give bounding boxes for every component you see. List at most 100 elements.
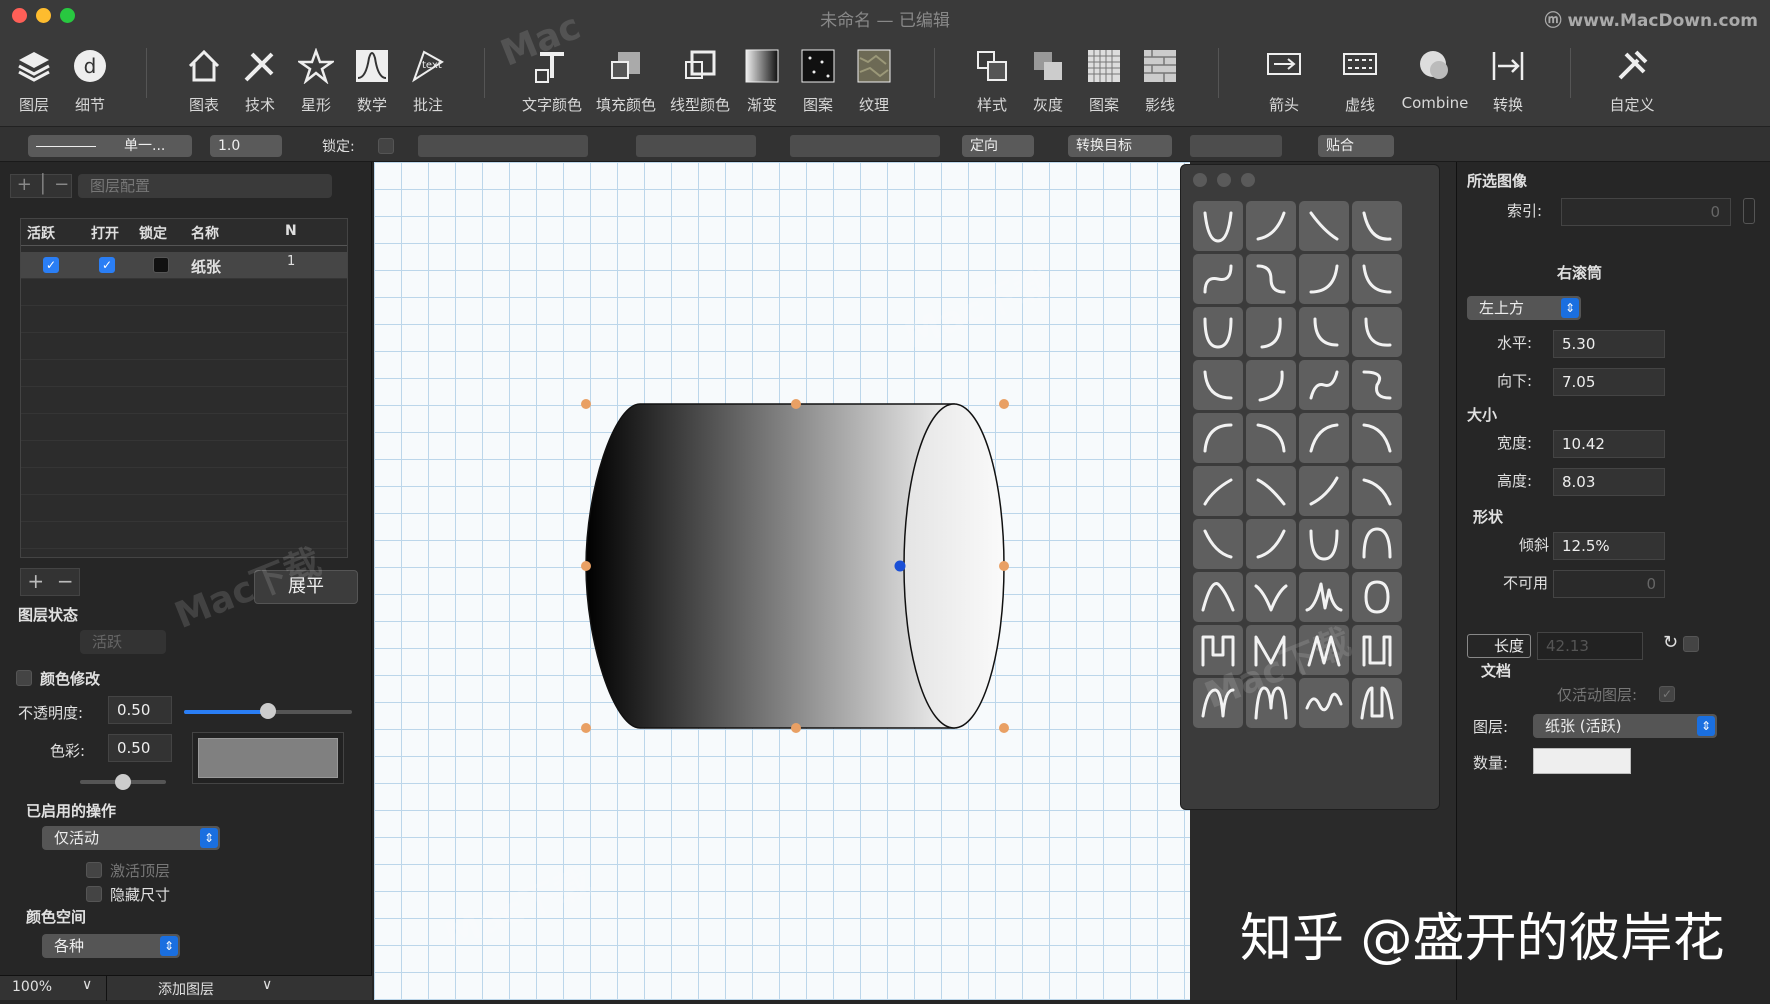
zoom-select[interactable]: 100% <box>12 979 52 995</box>
curve-shape-cell[interactable] <box>1352 413 1402 463</box>
flatten-button[interactable]: 展平 <box>254 570 358 604</box>
toolbar-convert[interactable]: 转换 <box>1476 42 1540 115</box>
curve-shape-cell[interactable] <box>1352 360 1402 410</box>
length-field[interactable]: 42.13 <box>1537 632 1643 660</box>
toolbar-grid-pattern[interactable]: 图案 <box>1072 42 1136 115</box>
curve-shape-cell[interactable] <box>1299 625 1349 675</box>
color-space-select[interactable]: 各种 ⇕ <box>42 934 180 958</box>
layer-select[interactable]: 纸张 (活跃) ⇕ <box>1533 714 1717 738</box>
curve-shape-cell[interactable] <box>1299 254 1349 304</box>
color-field[interactable]: 0.50 <box>108 734 172 762</box>
add-layer-select[interactable]: 添加图层 <box>158 979 214 999</box>
opacity-field[interactable]: 0.50 <box>108 696 172 724</box>
line-style-select[interactable]: 单一... <box>28 135 192 157</box>
cylinder-shape[interactable] <box>374 162 1190 1000</box>
curve-shape-cell[interactable] <box>1193 413 1243 463</box>
convert-target-select[interactable]: 转换目标 <box>1068 135 1172 157</box>
index-stepper[interactable] <box>1743 198 1755 224</box>
curve-shape-cell[interactable] <box>1246 519 1296 569</box>
curve-shape-cell[interactable] <box>1193 572 1243 622</box>
toolbar-math[interactable]: 数学 <box>340 42 404 115</box>
curve-shape-cell[interactable] <box>1299 519 1349 569</box>
index-field[interactable]: 0 <box>1561 198 1731 226</box>
layer-state-select[interactable]: 活跃 <box>80 630 166 654</box>
curve-shape-cell[interactable] <box>1246 201 1296 251</box>
curve-shape-cell[interactable] <box>1246 307 1296 357</box>
curve-shape-cell[interactable] <box>1352 572 1402 622</box>
curve-shape-cell[interactable] <box>1352 678 1402 728</box>
toolbar-combine[interactable]: Combine <box>1398 42 1472 112</box>
drawing-canvas[interactable] <box>374 162 1190 1000</box>
curve-shape-cell[interactable] <box>1246 678 1296 728</box>
toolbar-line-color[interactable]: 线型颜色 <box>668 42 732 115</box>
curve-shape-cell[interactable] <box>1299 201 1349 251</box>
layer-add-remove-buttons[interactable]: + − <box>20 568 80 596</box>
toolbar-tech[interactable]: 技术 <box>228 42 292 115</box>
horizontal-field[interactable]: 5.30 <box>1553 330 1665 358</box>
hide-size-checkbox[interactable] <box>86 886 102 902</box>
refresh-icon[interactable]: ↻ <box>1663 632 1678 653</box>
palette-close-button[interactable] <box>1193 173 1207 187</box>
active-checkbox[interactable]: ✓ <box>43 257 59 273</box>
toolbar-fill-color[interactable]: 填充颜色 <box>594 42 658 115</box>
curve-shape-cell[interactable] <box>1246 360 1296 410</box>
curve-shape-cell[interactable] <box>1246 625 1296 675</box>
header-lock[interactable]: 锁定 <box>139 223 167 243</box>
curve-shape-cell[interactable] <box>1352 625 1402 675</box>
curve-buttons[interactable] <box>1190 135 1282 157</box>
header-name[interactable]: 名称 <box>191 223 219 243</box>
curve-shape-cell[interactable] <box>1193 466 1243 516</box>
curve-shape-cell[interactable] <box>1299 572 1349 622</box>
header-n[interactable]: N <box>285 223 297 239</box>
toolbar-layers[interactable]: 图层 <box>2 42 66 115</box>
direction-select[interactable]: 定向 <box>962 135 1034 157</box>
toolbar-texture[interactable]: 纹理 <box>842 42 906 115</box>
color-modify-checkbox[interactable] <box>16 670 32 686</box>
curve-shape-cell[interactable] <box>1246 466 1296 516</box>
curve-shape-cell[interactable] <box>1193 625 1243 675</box>
anchor-select[interactable]: 左上方 ⇕ <box>1467 296 1581 320</box>
curve-shape-cell[interactable] <box>1246 254 1296 304</box>
curve-shape-cell[interactable] <box>1193 360 1243 410</box>
table-row[interactable]: ✓ ✓ 纸张 1 <box>21 252 347 279</box>
curve-shape-cell[interactable] <box>1352 254 1402 304</box>
curve-shape-cell[interactable] <box>1193 201 1243 251</box>
height-field[interactable]: 8.03 <box>1553 468 1665 496</box>
curve-shape-cell[interactable] <box>1193 254 1243 304</box>
open-checkbox[interactable]: ✓ <box>99 257 115 273</box>
curve-shape-cell[interactable] <box>1352 519 1402 569</box>
curve-shape-cell[interactable] <box>1299 307 1349 357</box>
curve-shape-cell[interactable] <box>1299 360 1349 410</box>
header-active[interactable]: 活跃 <box>27 223 55 243</box>
length-checkbox[interactable] <box>1683 636 1699 652</box>
toolbar-detail[interactable]: d 细节 <box>58 42 122 115</box>
curve-shape-cell[interactable] <box>1193 678 1243 728</box>
layer-config-select[interactable]: 图层配置 <box>78 174 332 198</box>
toolbar-star[interactable]: 星形 <box>284 42 348 115</box>
toolbar-dashline[interactable]: 虚线 <box>1328 42 1392 115</box>
curve-shape-cell[interactable] <box>1193 307 1243 357</box>
toolbar-customize[interactable]: 自定义 <box>1600 42 1664 115</box>
arrange-buttons[interactable] <box>636 135 756 157</box>
line-width-select[interactable]: 1.0 <box>210 135 282 157</box>
active-only-checkbox[interactable]: ✓ <box>1659 686 1675 702</box>
down-field[interactable]: 7.05 <box>1553 368 1665 396</box>
toolbar-text-color[interactable]: 文字颜色 <box>520 42 584 115</box>
skew-field[interactable]: 12.5% <box>1553 532 1665 560</box>
curve-shape-cell[interactable] <box>1352 201 1402 251</box>
curve-shape-cell[interactable] <box>1246 413 1296 463</box>
toolbar-gradient[interactable]: 渐变 <box>730 42 794 115</box>
select-mode-buttons[interactable] <box>418 135 588 157</box>
toolbar-hatch[interactable]: 影线 <box>1128 42 1192 115</box>
lock-checkbox-row[interactable] <box>153 257 169 273</box>
color-swatch-well[interactable] <box>192 732 344 784</box>
curve-shape-cell[interactable] <box>1299 678 1349 728</box>
palette-zoom-button[interactable] <box>1241 173 1255 187</box>
toolbar-grayscale[interactable]: 灰度 <box>1016 42 1080 115</box>
curve-shape-cell[interactable] <box>1352 307 1402 357</box>
snap-select[interactable]: 贴合 <box>1318 135 1394 157</box>
count-field[interactable] <box>1533 748 1631 774</box>
opacity-slider-knob[interactable] <box>260 703 276 719</box>
palette-minimize-button[interactable] <box>1217 173 1231 187</box>
toolbar-pattern[interactable]: 图案 <box>786 42 850 115</box>
